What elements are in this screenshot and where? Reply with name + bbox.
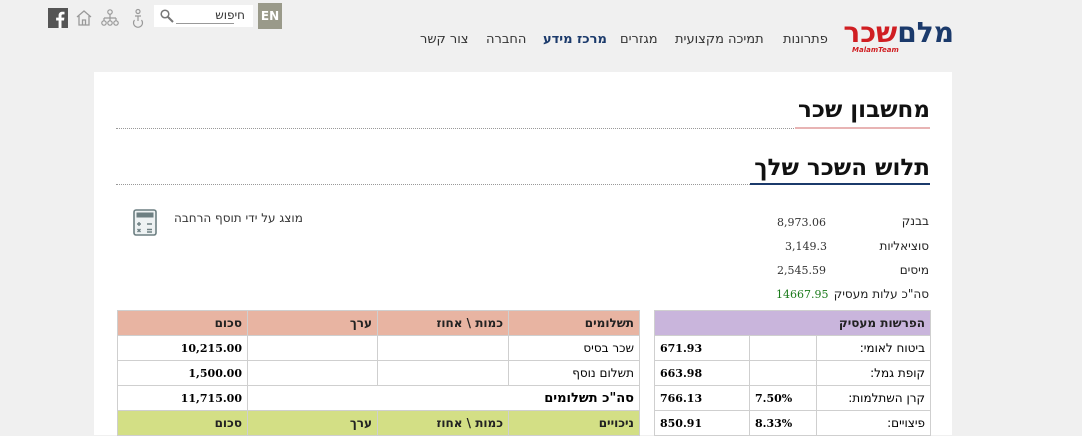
deductions-col-qty: כמות \ אחוז xyxy=(377,410,509,436)
payment-name: שכר בסיס xyxy=(508,335,640,361)
site-header: מלםשכר MalamTeam פתרונות תמיכה מקצועית מ… xyxy=(0,0,1082,72)
section-title-accent xyxy=(750,183,930,185)
payment-sum: 10,215.00 xyxy=(117,335,248,361)
payments-col-qty: כמות \ אחוז xyxy=(377,310,509,336)
nav-info-center[interactable]: מרכז מידע xyxy=(543,32,607,48)
logo-wordmark: מלםשכר xyxy=(843,16,954,49)
summary-value-employer-cost: 14667.95 xyxy=(776,288,829,301)
payments-total-label: סה"כ תשלומים xyxy=(247,385,640,411)
sitemap-icon[interactable] xyxy=(100,8,120,28)
nav-contact[interactable]: צור קשר xyxy=(420,32,469,48)
search-underline xyxy=(176,23,234,24)
employer-label: קופת גמל: xyxy=(815,360,932,386)
page-title-accent xyxy=(795,127,930,129)
table-row: 1,500.00 תשלום נוסף xyxy=(117,360,640,386)
search-icon[interactable] xyxy=(160,9,174,23)
facebook-icon[interactable] xyxy=(48,8,68,28)
table-row: 766.13 7.50% קרן השתלמות: xyxy=(654,385,932,411)
payments-col-name: תשלומים xyxy=(508,310,640,336)
payments-col-value: ערך xyxy=(247,310,378,336)
employer-pct xyxy=(749,335,817,361)
employer-label: קרן השתלמות: xyxy=(815,385,932,411)
employer-label: פיצויים: xyxy=(815,410,932,436)
employer-contributions-table: הפרשות מעסיק 671.93 ביטוח לאומי: 663.98 … xyxy=(653,310,932,436)
search-box[interactable]: חיפוש xyxy=(154,5,253,27)
language-en-button[interactable]: EN xyxy=(258,3,282,29)
summary-label-social: סוציאליות xyxy=(879,239,929,253)
summary-value-bank: 8,973.06 xyxy=(777,216,826,229)
payments-total-row: 11,715.00 סה"כ תשלומים xyxy=(117,385,640,411)
employer-pct: 7.50% xyxy=(749,385,817,411)
employer-label: ביטוח לאומי: xyxy=(815,335,932,361)
deductions-col-value: ערך xyxy=(247,410,378,436)
payment-sum: 1,500.00 xyxy=(117,360,248,386)
payments-total-sum: 11,715.00 xyxy=(117,385,248,411)
site-logo[interactable]: מלםשכר MalamTeam xyxy=(843,16,954,55)
employer-pct xyxy=(749,360,817,386)
payment-name: תשלום נוסף xyxy=(508,360,640,386)
employer-value: 766.13 xyxy=(654,385,750,411)
payment-qty[interactable] xyxy=(377,360,509,386)
nav-solutions[interactable]: פתרונות xyxy=(783,32,828,48)
payments-table: סכום ערך כמות \ אחוז תשלומים 10,215.00 ש… xyxy=(117,310,640,436)
payment-qty[interactable] xyxy=(377,335,509,361)
payment-value[interactable] xyxy=(247,360,378,386)
table-row: 671.93 ביטוח לאומי: xyxy=(654,335,932,361)
nav-company[interactable]: החברה xyxy=(486,32,526,48)
deductions-col-sum: סכום xyxy=(117,410,248,436)
calculator-icon[interactable] xyxy=(133,209,157,236)
accessibility-icon[interactable] xyxy=(128,8,148,28)
summary-label-bank: בבנק xyxy=(901,214,929,228)
home-icon[interactable] xyxy=(74,8,94,28)
page-title: מחשבון שכר xyxy=(797,97,930,123)
summary-value-social: 3,149.3 xyxy=(785,240,827,253)
nav-sectors[interactable]: מגזרים xyxy=(620,32,658,48)
deductions-col-name: ניכויים xyxy=(508,410,640,436)
section-title: תלוש השכר שלך xyxy=(754,155,930,181)
employer-value: 671.93 xyxy=(654,335,750,361)
payments-col-sum: סכום xyxy=(117,310,248,336)
table-row: 850.91 8.33% פיצויים: xyxy=(654,410,932,436)
summary-label-employer-cost: סה"כ עלות מעסיק xyxy=(833,287,929,301)
payment-value[interactable] xyxy=(247,335,378,361)
employer-value: 663.98 xyxy=(654,360,750,386)
employer-table-header: הפרשות מעסיק xyxy=(653,310,932,336)
table-row: 663.98 קופת גמל: xyxy=(654,360,932,386)
calculator-note: מוצג על ידי תוסף הרחבה xyxy=(174,211,303,225)
employer-pct: 8.33% xyxy=(749,410,817,436)
nav-support[interactable]: תמיכה מקצועית xyxy=(675,32,764,48)
employer-value: 850.91 xyxy=(654,410,750,436)
summary-value-taxes: 2,545.59 xyxy=(777,264,826,277)
search-input[interactable]: חיפוש xyxy=(215,8,245,22)
table-row: 10,215.00 שכר בסיס xyxy=(117,335,640,361)
logo-subtitle: MalamTeam xyxy=(852,46,899,54)
summary-label-taxes: מיסים xyxy=(899,263,929,277)
